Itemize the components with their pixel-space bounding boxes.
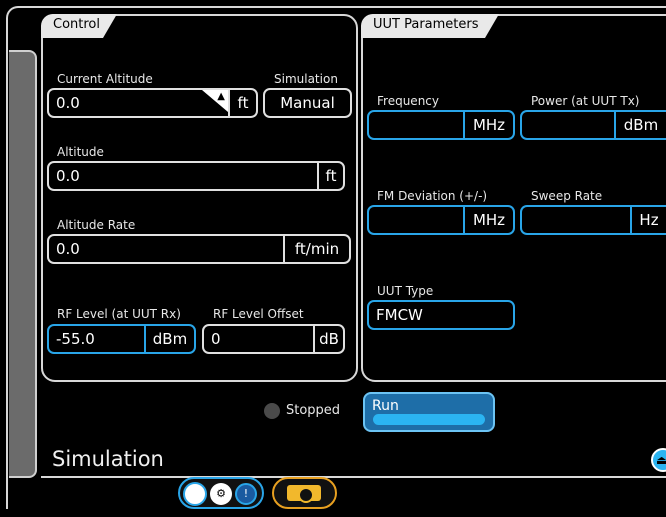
status-indicator-icon	[264, 403, 280, 419]
rf-level-value: -55.0	[56, 330, 95, 348]
simulation-mode-label: Simulation	[274, 72, 338, 86]
uut-type-label: UUT Type	[377, 284, 434, 298]
frequency-unit: MHz	[463, 112, 513, 138]
run-button-bar	[373, 414, 485, 425]
uut-parameters-tab: UUT Parameters	[361, 14, 499, 38]
current-altitude-label: Current Altitude	[57, 72, 153, 86]
rf-level-unit: dBm	[144, 326, 194, 352]
screenshot-button[interactable]	[272, 477, 337, 509]
fm-deviation-unit: MHz	[463, 207, 513, 233]
altitude-input[interactable]: 0.0 ft	[47, 161, 345, 191]
mode-toggle[interactable]: ⚙ !	[178, 477, 264, 509]
rf-level-offset-value: 0	[211, 330, 221, 348]
current-altitude-field: 0.0 ▲ ft	[47, 88, 258, 118]
altitude-label: Altitude	[57, 145, 104, 159]
lock-indicator: ▲	[198, 90, 228, 116]
current-altitude-unit: ft	[228, 90, 256, 116]
altitude-rate-unit: ft/min	[283, 236, 349, 262]
run-button[interactable]: Run	[363, 392, 495, 432]
altitude-rate-input[interactable]: 0.0 ft/min	[47, 234, 351, 264]
lock-icon: ▲	[217, 91, 225, 102]
power-unit: dBm	[614, 112, 666, 138]
left-side-drawer-handle[interactable]	[9, 50, 37, 478]
rf-level-offset-input[interactable]: 0 dB	[202, 324, 345, 354]
power-label: Power (at UUT Tx)	[531, 94, 640, 108]
sweep-rate-label: Sweep Rate	[531, 189, 603, 203]
altitude-unit: ft	[317, 163, 343, 189]
rf-level-offset-label: RF Level Offset	[213, 307, 304, 321]
altitude-value: 0.0	[56, 167, 80, 185]
sweep-rate-input[interactable]: Hz	[520, 205, 666, 235]
status-text: Stopped	[286, 403, 341, 418]
altitude-rate-label: Altitude Rate	[57, 218, 136, 232]
settings-icon: ⚙	[210, 483, 232, 505]
info-icon: !	[235, 483, 257, 505]
frequency-label: Frequency	[377, 94, 439, 108]
current-altitude-value: 0.0	[56, 94, 80, 112]
section-title: Simulation	[52, 447, 164, 471]
rf-level-label: RF Level (at UUT Rx)	[57, 307, 181, 321]
fm-deviation-input[interactable]: MHz	[367, 205, 515, 235]
altitude-rate-value: 0.0	[56, 240, 80, 258]
simulation-mode-select[interactable]: Manual	[263, 88, 352, 118]
camera-icon	[287, 485, 321, 503]
uut-type-value: FMCW	[376, 306, 423, 324]
fm-deviation-label: FM Deviation (+/-)	[377, 189, 488, 203]
uut-type-select[interactable]: FMCW	[367, 300, 515, 330]
power-input[interactable]: dBm	[520, 110, 666, 140]
control-tab: Control	[41, 14, 117, 38]
toggle-knob-icon	[183, 482, 207, 506]
frequency-input[interactable]: MHz	[367, 110, 515, 140]
simulation-mode-value: Manual	[280, 94, 335, 112]
rf-level-offset-unit: dB	[313, 326, 343, 352]
section-divider	[41, 476, 666, 478]
sweep-rate-unit: Hz	[630, 207, 666, 233]
rf-level-input[interactable]: -55.0 dBm	[47, 324, 196, 354]
run-button-label: Run	[372, 398, 399, 414]
